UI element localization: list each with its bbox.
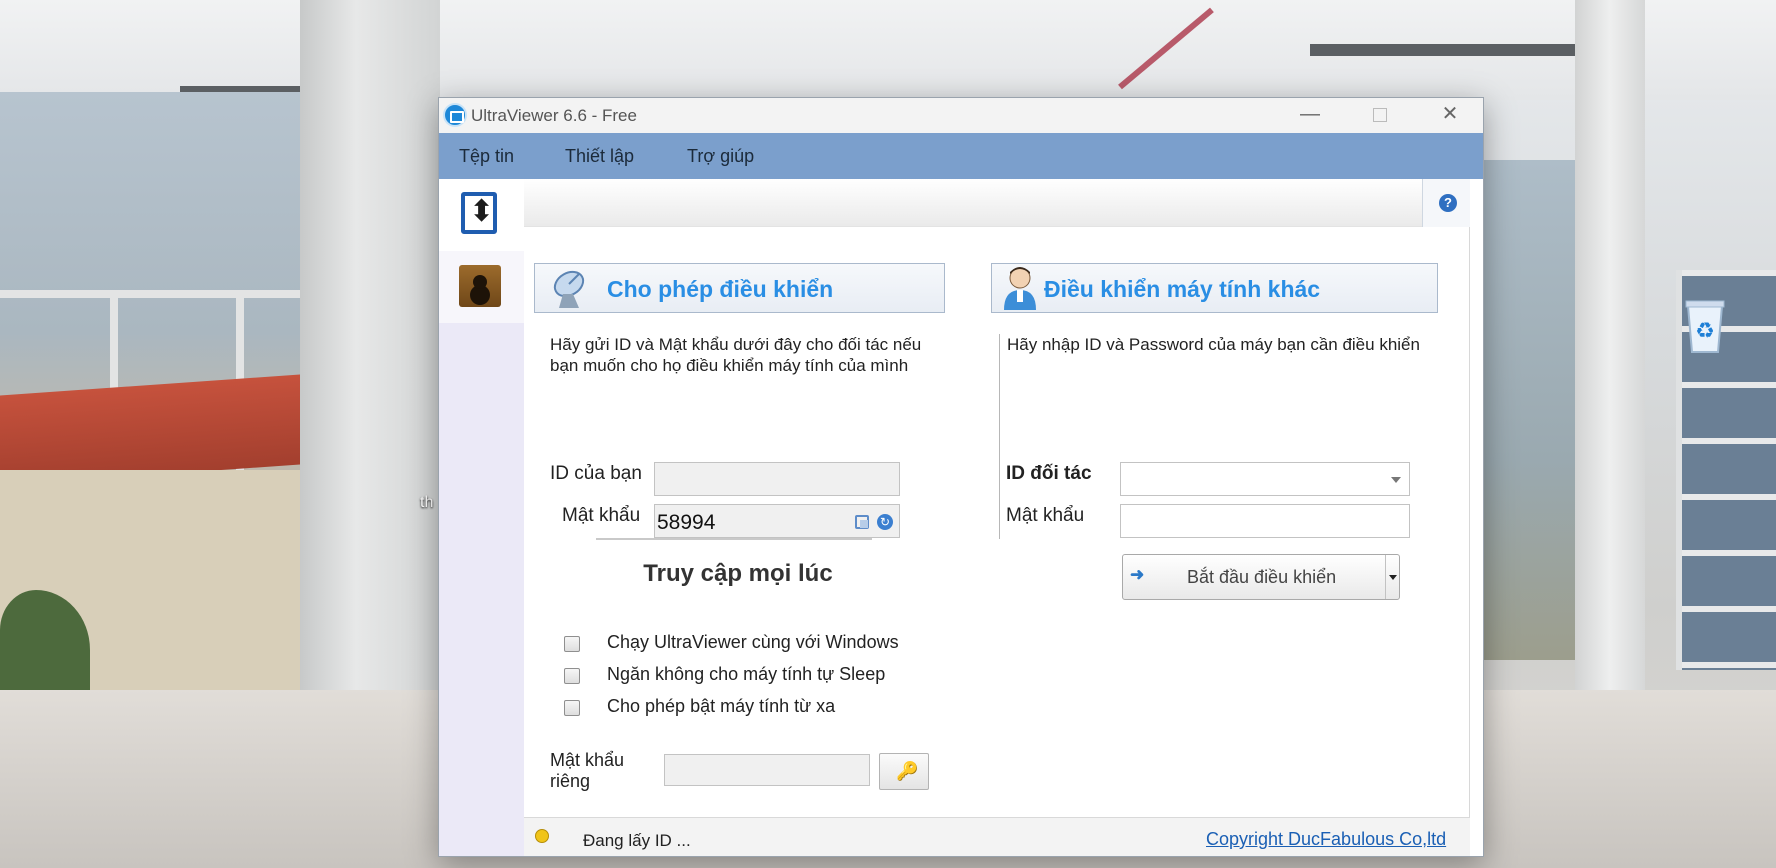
sidebar <box>439 179 524 856</box>
ultraviewer-window: UltraViewer 6.6 - Free — ✕ Tệp tin Thiết… <box>438 97 1484 857</box>
menu-bar: Tệp tin Thiết lập Trợ giúp <box>439 133 1483 179</box>
status-indicator-icon <box>535 829 549 843</box>
sidebar-item-remote[interactable] <box>439 179 524 251</box>
key-icon: 🔑 <box>896 761 919 781</box>
menu-settings[interactable]: Thiết lập <box>565 146 634 167</box>
your-id-field[interactable] <box>654 462 900 496</box>
set-private-password-button[interactable]: 🔑 <box>879 753 929 790</box>
allow-control-title: Cho phép điều khiển <box>607 276 834 302</box>
partner-password-label: Mật khẩu <box>1006 505 1085 526</box>
status-text: Đang lấy ID ... <box>583 831 691 850</box>
help-button[interactable]: ? <box>1422 179 1470 227</box>
checkbox[interactable] <box>564 668 580 684</box>
ultraviewer-app-icon <box>443 103 467 127</box>
refresh-icon[interactable]: ↻ <box>877 514 893 530</box>
partner-id-label: ID đối tác <box>1006 463 1092 484</box>
maximize-button[interactable] <box>1345 98 1415 133</box>
help-icon: ? <box>1439 194 1457 212</box>
password-field[interactable]: 58994 ↻ <box>654 504 900 538</box>
menu-help[interactable]: Trợ giúp <box>687 146 754 167</box>
option-label: Ngăn không cho máy tính tự Sleep <box>607 664 886 684</box>
user-icon <box>1004 267 1036 310</box>
status-bar: Đang lấy ID ... Copyright DucFabulous Co… <box>524 817 1470 856</box>
copyright-link[interactable]: Copyright DucFabulous Co,ltd <box>1206 829 1446 850</box>
menu-file[interactable]: Tệp tin <box>459 146 514 167</box>
sidebar-item-contacts[interactable] <box>439 251 524 323</box>
allow-control-header: Cho phép điều khiển <box>534 263 945 313</box>
checkbox[interactable] <box>564 636 580 652</box>
dropdown-caret-icon[interactable] <box>1389 575 1397 580</box>
desktop-icon-label[interactable]: th <box>420 494 433 512</box>
password-label: Mật khẩu <box>562 505 641 526</box>
title-bar[interactable]: UltraViewer 6.6 - Free — ✕ <box>439 98 1483 133</box>
option-label: Cho phép bật máy tính từ xa <box>607 696 836 716</box>
remote-control-header: Điều khiển máy tính khác <box>991 263 1438 313</box>
remote-control-description: Hãy nhập ID và Password của máy bạn cần … <box>1007 335 1420 354</box>
private-password-label: Mật khẩu riêng <box>550 750 625 791</box>
checkbox[interactable] <box>564 700 580 716</box>
option-label: Chạy UltraViewer cùng với Windows <box>607 632 899 652</box>
split-divider <box>1385 555 1386 599</box>
your-id-label: ID của bạn <box>550 463 642 484</box>
recycle-bin-icon[interactable]: ♻ <box>1680 296 1730 354</box>
ceiling-lamp <box>1310 44 1600 56</box>
copy-icon[interactable] <box>855 515 869 529</box>
chevron-down-icon[interactable] <box>1391 477 1401 483</box>
access-anytime-title: Truy cập mọi lúc <box>643 560 833 587</box>
satellite-dish-icon <box>553 270 585 308</box>
svg-text:♻: ♻ <box>1695 319 1715 344</box>
minimize-button[interactable]: — <box>1275 98 1345 133</box>
private-password-field[interactable] <box>664 754 870 786</box>
panel-separator <box>999 334 1000 539</box>
remote-control-title: Điều khiển máy tính khác <box>1044 276 1321 302</box>
close-button[interactable]: ✕ <box>1415 98 1483 133</box>
arrow-right-icon: ➜ <box>1130 565 1145 584</box>
partner-password-field[interactable] <box>1120 504 1410 538</box>
contacts-book-icon <box>459 265 501 307</box>
start-control-label: Bắt đầu điều khiển <box>1187 567 1337 587</box>
partner-id-dropdown[interactable] <box>1120 462 1410 496</box>
allow-control-description: Hãy gửi ID và Mật khẩu dưới đây cho đối … <box>550 335 922 375</box>
maximize-icon <box>1373 107 1387 122</box>
password-value: 58994 <box>657 511 716 534</box>
transfer-arrows-icon <box>461 192 497 234</box>
window-mullion <box>0 290 300 298</box>
top-strip: ? <box>524 179 1470 227</box>
main-content: ? Cho phép điều khiển Hãy gửi ID và Mật … <box>524 179 1470 817</box>
start-control-button[interactable]: ➜ Bắt đầu điều khiển <box>1122 554 1400 600</box>
window-title: UltraViewer 6.6 - Free <box>471 106 637 125</box>
divider <box>596 538 872 540</box>
